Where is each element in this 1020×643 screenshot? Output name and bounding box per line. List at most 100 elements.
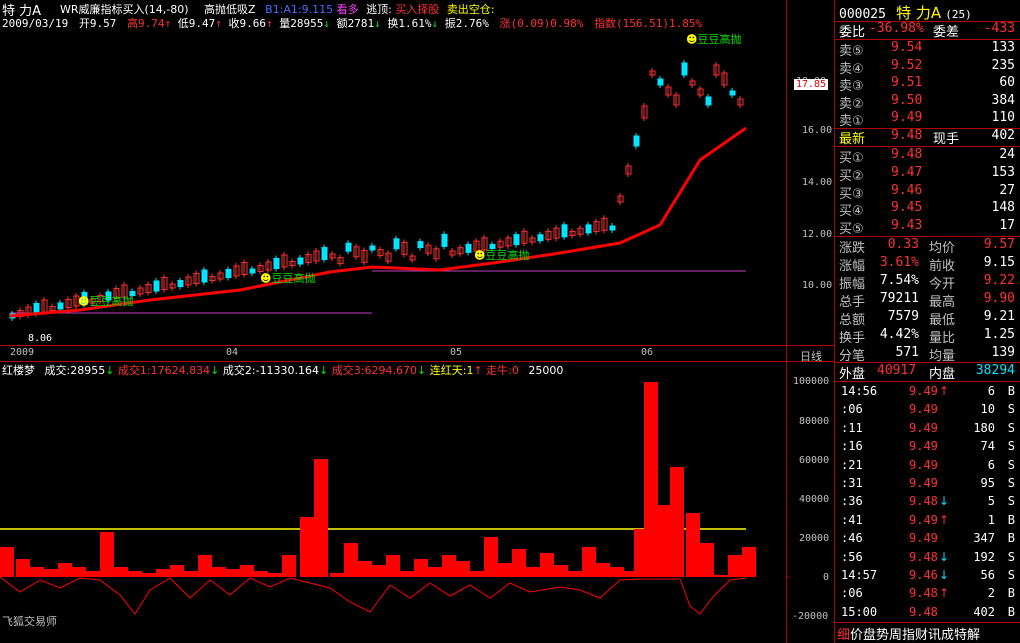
candle — [33, 303, 40, 314]
ask-row: 卖⑤ 9.54 133 — [839, 40, 1017, 59]
trade-price: 9.49 — [909, 531, 938, 546]
chart-area[interactable]: 特 力A WR威廉指标买入(14,-80) 高抛低吸Z B1:A1:9.115 … — [0, 0, 834, 643]
trade-volume: 402 — [973, 604, 995, 619]
trade-side: B — [1007, 604, 1015, 619]
candle — [633, 135, 640, 147]
bid-price: 9.45 — [891, 200, 923, 216]
volume-bar — [670, 467, 684, 577]
volume-bar — [456, 561, 470, 577]
volume-bar — [512, 549, 526, 577]
ask-volume: 384 — [991, 92, 1015, 108]
stock-full-name: 特 力A — [896, 4, 942, 22]
volume-panel-name: 红楼梦 — [2, 364, 35, 377]
ask-label: 卖④ — [839, 61, 864, 77]
bid-price: 9.47 — [891, 164, 923, 180]
candle — [345, 242, 352, 252]
candle — [609, 225, 616, 231]
volume-bar — [686, 513, 700, 577]
volume-panel-header: 红楼梦 成交:28955↓ 成交1:17624.834↓ 成交2:-11330.… — [2, 362, 563, 378]
trade-price: 9.49 — [909, 439, 938, 454]
trade-time: 14:57 — [841, 568, 878, 582]
volume-bar — [484, 537, 498, 577]
moving-average-line — [9, 126, 747, 318]
ask-row: 卖① 9.49 110 — [839, 110, 1017, 130]
vol2-value: -11330.164 — [255, 364, 320, 377]
date-label-2009: 2009 — [10, 347, 35, 358]
vol-tick-100000: 100000 — [793, 376, 830, 387]
volume-bar — [156, 569, 170, 577]
stat-value: 3.61% — [879, 255, 919, 270]
period-label[interactable]: 日线 — [800, 348, 822, 364]
ask-label: 卖① — [839, 114, 864, 130]
trade-side: S — [1007, 568, 1015, 582]
wai-label: 外盘 — [839, 367, 866, 382]
down-arrow-icon: ↓ — [939, 549, 950, 564]
price-tick-10: 10.00 — [802, 280, 833, 291]
volume-bar — [742, 547, 756, 577]
quote-panel: 000025 特 力A (25) 委比 -36.98% 委差 -433 卖⑤ 9.… — [834, 0, 1020, 643]
stat-label: 总手 — [839, 295, 866, 310]
volume-bar — [114, 567, 128, 577]
candle — [393, 238, 400, 250]
signal-2-label: 豆豆高抛 — [271, 272, 316, 285]
weibi-row: 委比 -36.98% 委差 -433 — [839, 21, 1017, 40]
volume-bar — [100, 532, 114, 577]
candle — [681, 62, 688, 76]
trade-side: S — [1007, 476, 1015, 490]
smile-icon: ☻ — [260, 272, 272, 285]
stat-value: 9.90 — [983, 291, 1015, 306]
volume-bar — [330, 573, 344, 577]
volume-bar — [442, 555, 456, 577]
ask-price: 9.50 — [891, 92, 923, 108]
volume-bar — [358, 561, 372, 577]
candle — [201, 269, 208, 283]
function-tabs[interactable]: 细价盘势周指财讯成特解 — [837, 624, 980, 643]
trade-side: S — [1007, 494, 1015, 509]
trade-volume: 56 — [980, 568, 995, 582]
stat-value: 139 — [991, 345, 1015, 360]
volume-bar — [400, 571, 414, 577]
current-price-tag: 17.85 — [794, 79, 829, 90]
latest-label: 最新 — [839, 132, 866, 147]
volume-bar — [386, 555, 400, 577]
stat-value: 0.33 — [887, 237, 919, 252]
signal-4-label: 豆豆高抛 — [697, 33, 742, 46]
candle — [441, 233, 448, 247]
trade-row: :31 9.49 95 S — [839, 476, 1017, 495]
trade-side: S — [1007, 402, 1015, 417]
stat-label: 最高 — [929, 295, 956, 310]
trade-row: 14:56 9.49 6 B ↑ — [839, 384, 1017, 403]
volume-bar — [30, 567, 44, 577]
signal-3: ☻豆豆高抛 — [474, 247, 529, 263]
volume-bar — [314, 459, 328, 577]
volume-bar — [226, 569, 240, 577]
trade-volume: 1 — [987, 512, 995, 527]
divider — [835, 381, 1020, 382]
nei-value: 38294 — [975, 363, 1015, 378]
trade-price: 9.49 — [909, 402, 938, 417]
trade-volume: 6 — [987, 384, 995, 398]
volume-bar — [240, 565, 254, 577]
trade-price: 9.49 — [909, 512, 938, 527]
trade-price: 9.49 — [909, 384, 938, 398]
chart-svg[interactable] — [0, 0, 834, 643]
trade-side: S — [1007, 439, 1015, 454]
lianhong-label: 连红天: — [429, 364, 467, 377]
stat-label: 最低 — [929, 313, 956, 328]
tab-mark[interactable]: 细 — [837, 628, 850, 643]
volume-bar — [596, 563, 610, 577]
candle — [729, 90, 736, 96]
stat-row: 涨幅 3.61% 前收 9.15 — [839, 255, 1017, 274]
down-arrow-icon: ↓ — [939, 494, 950, 509]
signal-4: ☻豆豆高抛 — [686, 31, 741, 47]
tab-labels[interactable]: 价盘势周指财讯成特解 — [850, 628, 980, 643]
trade-row: 14:57 9.46 56 S ↓ — [839, 568, 1017, 587]
trade-row: :56 9.48 192 S ↓ — [839, 550, 1017, 569]
stat-row: 换手 4.42% 量比 1.25 — [839, 327, 1017, 346]
price-tick-14: 14.00 — [802, 177, 833, 188]
trade-volume: 10 — [980, 402, 995, 417]
volume-bar — [282, 555, 296, 577]
stat-row: 振幅 7.54% 今开 9.22 — [839, 273, 1017, 292]
trade-time: :06 — [841, 402, 863, 417]
stat-value: 7.54% — [879, 273, 919, 288]
